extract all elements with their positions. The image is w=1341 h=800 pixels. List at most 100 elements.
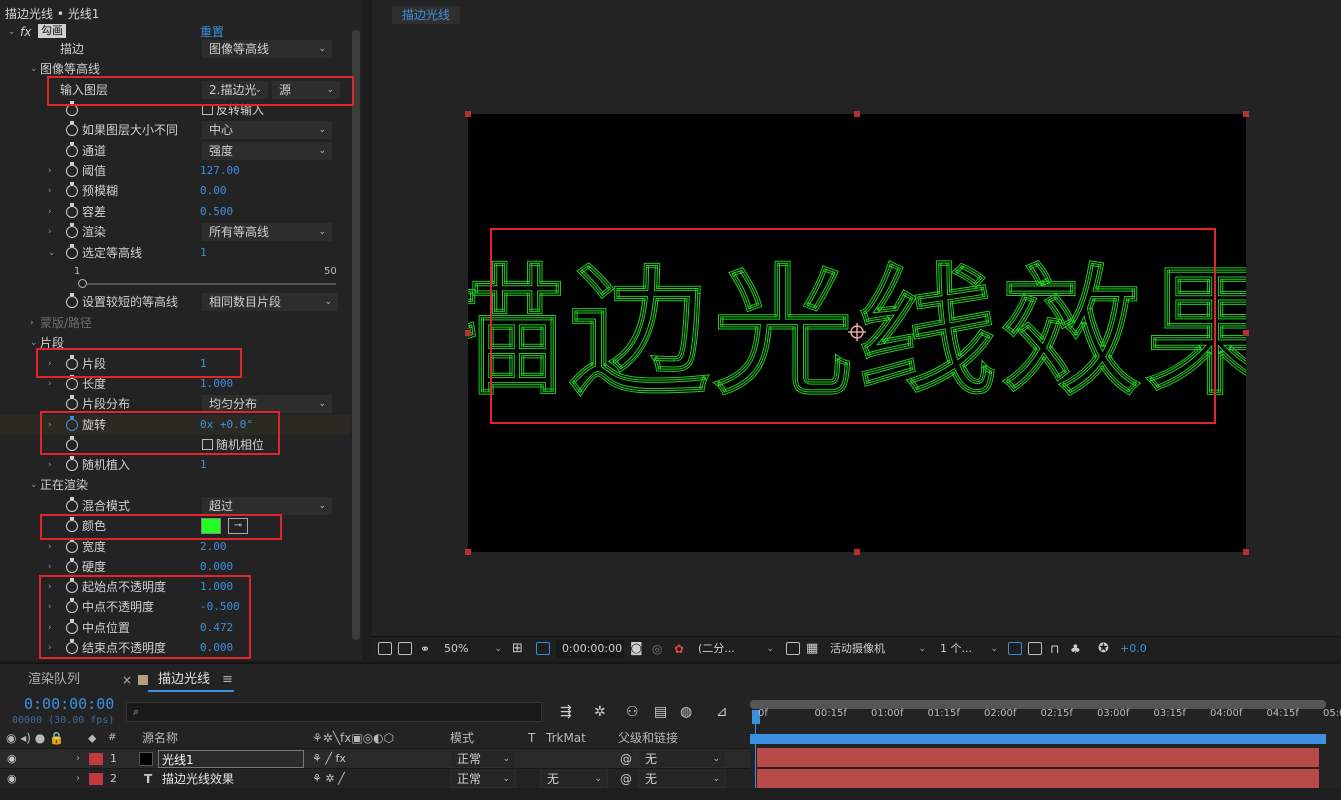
preblur-value[interactable]: 0.00 (200, 181, 227, 201)
col-trkmat[interactable]: TrkMat (546, 730, 586, 746)
layer-handle[interactable] (1243, 330, 1249, 336)
col-source-name[interactable]: 源名称 (142, 730, 178, 746)
mask-icon[interactable]: ⚭ (420, 640, 430, 658)
hardness-value[interactable]: 0.000 (200, 557, 233, 577)
layer-label-color[interactable] (89, 773, 103, 785)
random-phase-checkbox[interactable] (202, 439, 213, 450)
mode-dropdown[interactable]: 正常 ⌄ (450, 750, 516, 768)
chevron-right-icon[interactable]: › (48, 577, 52, 597)
parent-dropdown[interactable]: 无 ⌄ (638, 770, 726, 788)
invert-input-checkbox[interactable] (202, 104, 213, 115)
search-input[interactable]: ⌕ (126, 702, 542, 722)
pickwhip-icon[interactable]: @ (620, 749, 632, 769)
tab-composition[interactable]: 描边光线 (392, 6, 461, 24)
chevron-right-icon[interactable]: › (48, 354, 52, 374)
group-rendering[interactable]: ⌄ 正在渲染 (0, 475, 350, 495)
camera-icon[interactable]: ◙ (630, 640, 643, 658)
timecode-field[interactable]: 0:00:00:00 (556, 640, 624, 658)
show-snapshot-icon[interactable]: ◎ (652, 640, 662, 658)
layer-name[interactable]: 描边光线效果 (162, 769, 234, 789)
stopwatch-icon[interactable] (66, 456, 78, 471)
pickwhip-icon[interactable]: @ (620, 769, 632, 789)
group-segments[interactable]: ⌄ 片段 (0, 333, 350, 353)
stopwatch-icon[interactable] (66, 355, 78, 370)
graph-editor-icon[interactable]: ⊿ (716, 704, 728, 720)
random-seed-value[interactable]: 1 (200, 455, 207, 475)
layer-switches-icon[interactable]: ⚘ ╱ fx (312, 749, 346, 769)
stopwatch-icon[interactable] (66, 182, 78, 197)
slider-track[interactable] (80, 283, 336, 285)
shy-icon[interactable]: ⚇ (626, 704, 639, 720)
stopwatch-icon[interactable] (66, 578, 78, 593)
midpoint-opacity-value[interactable]: -0.500 (200, 597, 240, 617)
selected-contour-value[interactable]: 1 (200, 243, 207, 263)
table-row[interactable]: ◉ › 1 光线1 ⚘ ╱ fx 正常 ⌄ @ 无 ⌄ (0, 748, 750, 768)
layer-handle[interactable] (465, 330, 471, 336)
eye-icon[interactable]: ◉ (7, 749, 17, 769)
group-mask-path[interactable]: › 蒙版/路径 (0, 313, 350, 333)
layer-handle[interactable] (854, 111, 860, 117)
slider-thumb[interactable] (78, 279, 87, 288)
stopwatch-icon[interactable] (66, 244, 78, 259)
group-image-contour[interactable]: ⌄ 图像等高线 (0, 59, 350, 79)
length-value[interactable]: 1.000 (200, 374, 233, 394)
motion-blur-icon[interactable]: ◍ (680, 704, 692, 720)
menu-icon[interactable]: ≡ (222, 670, 233, 690)
midpoint-position-value[interactable]: 0.472 (200, 618, 233, 638)
layer-switches-icon[interactable]: ⚘ ✲ ╱ (312, 769, 345, 789)
mode-dropdown[interactable]: 正常 ⌄ (450, 770, 516, 788)
stopwatch-icon[interactable] (66, 101, 78, 116)
table-row[interactable]: ◉ › 2 T 描边光线效果 ⚘ ✲ ╱ 正常 ⌄ 无 ⌄ @ 无 ⌄ (0, 768, 750, 788)
color-channels-icon[interactable]: ✿ (674, 640, 684, 658)
chevron-right-icon[interactable]: › (48, 618, 52, 638)
comp-flowchart-icon[interactable]: ⇶ (560, 704, 572, 720)
work-area-range[interactable] (750, 734, 1326, 744)
exposure-value[interactable]: +0.0 (1120, 640, 1147, 658)
eyedropper-icon[interactable]: ⊸ (228, 518, 248, 534)
segments-value[interactable]: 1 (200, 354, 207, 374)
parent-dropdown[interactable]: 无 ⌄ (638, 750, 726, 768)
draft-3d-icon[interactable]: ✲ (594, 704, 606, 720)
region-icon[interactable] (536, 642, 550, 655)
zoom-dropdown[interactable]: 50% ⌄ (440, 640, 506, 658)
channel-dropdown[interactable]: 强度 ⌄ (202, 142, 332, 160)
layer-name[interactable]: 光线1 (158, 750, 304, 768)
chevron-right-icon[interactable]: › (48, 161, 52, 181)
toggle-pixel-icon[interactable] (1008, 642, 1022, 655)
render-dropdown[interactable]: 所有等高线 ⌄ (202, 223, 332, 241)
stopwatch-icon[interactable] (66, 639, 78, 654)
chevron-right-icon[interactable]: › (48, 222, 52, 242)
chevron-down-icon[interactable]: ⌄ (48, 243, 56, 263)
stroke-dropdown[interactable]: 图像等高线 ⌄ (202, 40, 332, 58)
chevron-down-icon[interactable]: ⌄ (30, 59, 38, 79)
eye-icon[interactable]: ◉ (7, 769, 17, 789)
stopwatch-icon[interactable] (66, 375, 78, 390)
layer-label-color[interactable] (89, 753, 103, 765)
close-icon[interactable]: × (122, 670, 132, 690)
stopwatch-icon[interactable] (66, 416, 78, 431)
timeline-icon[interactable]: ⊓ (1050, 640, 1059, 658)
end-opacity-value[interactable]: 0.000 (200, 638, 233, 658)
chevron-right-icon[interactable]: › (48, 638, 52, 658)
color-swatch[interactable] (201, 518, 221, 534)
chevron-right-icon[interactable]: › (48, 202, 52, 222)
stopwatch-icon[interactable] (66, 142, 78, 157)
chevron-down-icon[interactable]: ⌄ (30, 333, 38, 353)
composition-canvas[interactable]: 描边光线效果 (468, 114, 1246, 552)
chevron-right-icon[interactable]: › (30, 313, 34, 333)
trkmat-dropdown[interactable]: 无 ⌄ (540, 770, 608, 788)
stopwatch-icon[interactable] (66, 223, 78, 238)
flowchart-icon[interactable]: ♣ (1070, 640, 1081, 658)
chevron-down-icon[interactable]: ⌄ (30, 475, 38, 495)
layer-handle[interactable] (1243, 549, 1249, 555)
stopwatch-icon[interactable] (66, 517, 78, 532)
chevron-right-icon[interactable]: › (48, 537, 52, 557)
effect-name[interactable]: 勾画 (38, 24, 66, 38)
blend-mode-dropdown[interactable]: 超过 ⌄ (202, 497, 332, 515)
stopwatch-icon[interactable] (66, 619, 78, 634)
scrollbar[interactable] (352, 30, 360, 640)
grid-icon[interactable]: ⊞ (512, 640, 523, 658)
chevron-right-icon[interactable]: › (48, 455, 52, 475)
threshold-value[interactable]: 127.00 (200, 161, 240, 181)
resolution-dropdown[interactable]: (二分... ⌄ (694, 640, 778, 658)
